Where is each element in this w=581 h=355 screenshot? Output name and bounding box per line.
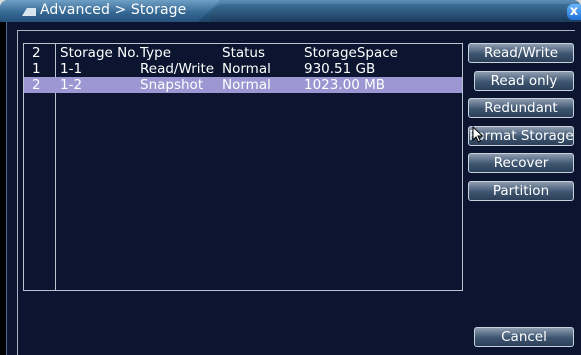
column-header-type: Type (140, 45, 172, 61)
row-index: 2 (32, 77, 41, 93)
row-storage-space: 930.51 GB (304, 61, 376, 77)
storage-dialog: Advanced > Storage x 2 Storage No. Type … (0, 0, 581, 355)
row-type: Snapshot (140, 77, 204, 93)
mouse-pointer-icon (472, 126, 484, 143)
table-row-selected[interactable]: 2 1-2 Snapshot Normal 1023.00 MB (24, 77, 462, 93)
title-bar-right (210, 4, 581, 22)
column-header-storage-space: StorageSpace (304, 45, 398, 61)
row-storage-space: 1023.00 MB (304, 77, 386, 93)
row-storage-no: 1-2 (60, 77, 83, 93)
table-header-row: 2 Storage No. Type Status StorageSpace (24, 45, 462, 61)
column-header-count: 2 (32, 45, 41, 61)
window-title: Advanced > Storage (40, 2, 187, 18)
table-row[interactable]: 1 1-1 Read/Write Normal 930.51 GB (24, 61, 462, 77)
read-write-button[interactable]: Read/Write (468, 43, 574, 63)
partition-button[interactable]: Partition (468, 181, 574, 201)
column-header-storage-no: Storage No. (60, 45, 140, 61)
read-only-button[interactable]: Read only (474, 71, 574, 91)
redundant-button[interactable]: Redundant (468, 98, 574, 118)
row-status: Normal (222, 77, 271, 93)
row-status: Normal (222, 61, 271, 77)
title-bar: Advanced > Storage x (0, 0, 581, 22)
row-storage-no: 1-1 (60, 61, 83, 77)
close-button[interactable]: x (567, 4, 581, 20)
row-index: 1 (32, 61, 41, 77)
column-header-status: Status (222, 45, 266, 61)
storage-table: 2 Storage No. Type Status StorageSpace 1… (23, 43, 463, 291)
row-type: Read/Write (140, 61, 215, 77)
cancel-button[interactable]: Cancel (474, 327, 574, 347)
recover-button[interactable]: Recover (468, 153, 574, 173)
